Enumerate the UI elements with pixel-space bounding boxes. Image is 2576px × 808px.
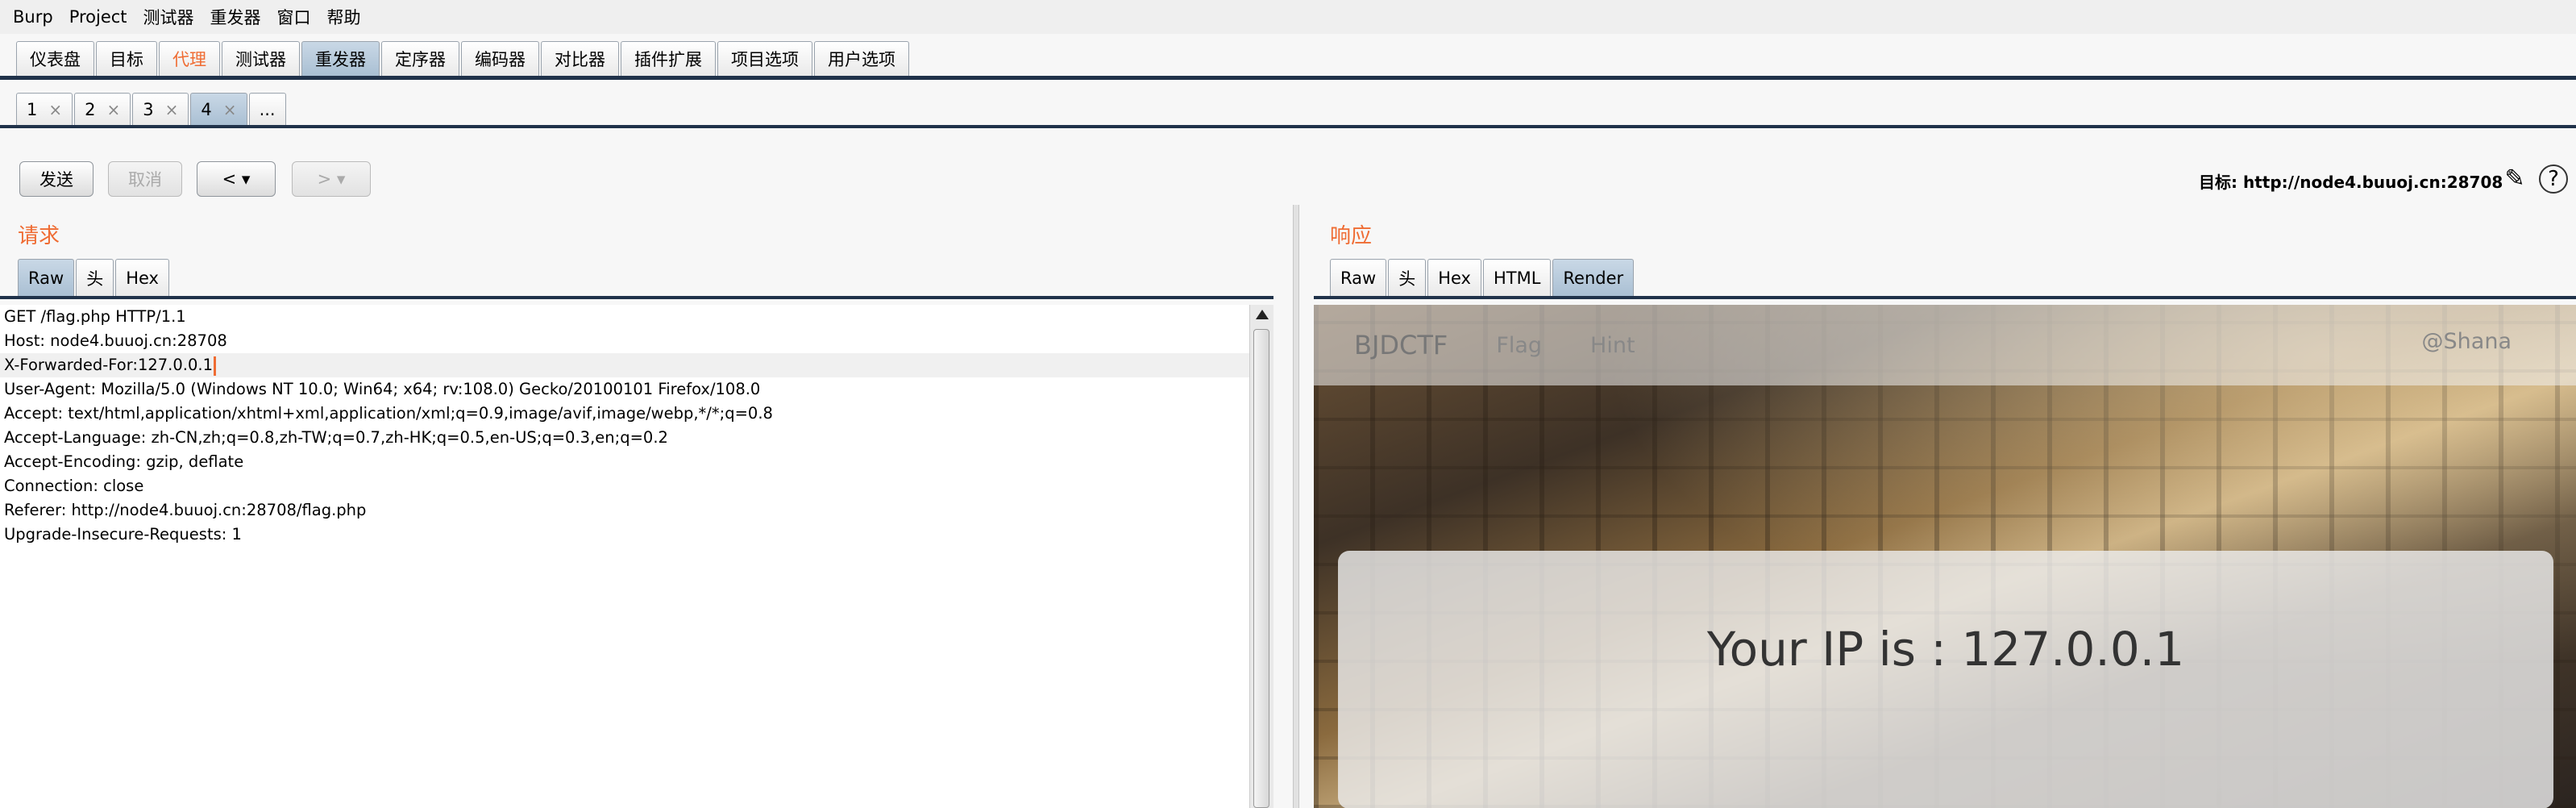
request-title: 请求 bbox=[18, 224, 60, 248]
close-icon[interactable]: × bbox=[48, 100, 62, 119]
response-tab-hex[interactable]: Hex bbox=[1427, 259, 1481, 297]
request-line: User-Agent: Mozilla/5.0 (Windows NT 10.0… bbox=[4, 380, 761, 398]
tab-extender[interactable]: 插件扩展 bbox=[621, 41, 716, 76]
site-navbar: BJDCTF Flag Hint @Shana bbox=[1314, 305, 2576, 385]
nav-link-flag[interactable]: Flag bbox=[1496, 333, 1542, 358]
repeater-tab-label: 3 bbox=[143, 100, 154, 119]
response-tab-raw[interactable]: Raw bbox=[1330, 259, 1387, 297]
tab-dashboard[interactable]: 仪表盘 bbox=[16, 41, 94, 76]
request-line: Accept-Language: zh-CN,zh;q=0.8,zh-TW;q=… bbox=[4, 428, 668, 447]
request-line: Accept: text/html,application/xhtml+xml,… bbox=[4, 404, 773, 423]
cancel-button[interactable]: 取消 bbox=[108, 161, 182, 197]
tab-decoder[interactable]: 编码器 bbox=[461, 41, 539, 76]
menu-intruder[interactable]: 测试器 bbox=[143, 5, 194, 29]
help-icon[interactable]: ? bbox=[2539, 165, 2568, 194]
forward-button[interactable]: > ▾ bbox=[292, 161, 371, 197]
repeater-tab-4[interactable]: 4 × bbox=[190, 93, 247, 126]
text-caret bbox=[213, 356, 216, 376]
close-icon[interactable]: × bbox=[107, 100, 121, 119]
back-button[interactable]: < ▾ bbox=[197, 161, 276, 197]
close-icon[interactable]: × bbox=[223, 100, 237, 119]
pencil-icon[interactable]: ✎ bbox=[2500, 165, 2529, 194]
scroll-up-icon[interactable] bbox=[1255, 310, 1269, 319]
request-line: Host: node4.buuoj.cn:28708 bbox=[4, 331, 227, 350]
request-line: Referer: http://node4.buuoj.cn:28708/fla… bbox=[4, 501, 367, 519]
tab-user-options[interactable]: 用户选项 bbox=[814, 41, 909, 76]
repeater-tab-1[interactable]: 1 × bbox=[16, 93, 73, 126]
request-line: Accept-Encoding: gzip, deflate bbox=[4, 452, 244, 471]
menu-window[interactable]: 窗口 bbox=[277, 5, 311, 29]
menu-help[interactable]: 帮助 bbox=[327, 5, 361, 29]
repeater-tab-3[interactable]: 3 × bbox=[132, 93, 189, 126]
request-tab-raw[interactable]: Raw bbox=[18, 259, 75, 297]
send-button[interactable]: 发送 bbox=[19, 161, 93, 197]
nav-user[interactable]: @Shana bbox=[2422, 329, 2512, 354]
repeater-tab-rule bbox=[0, 125, 2576, 128]
site-brand[interactable]: BJDCTF bbox=[1354, 330, 1448, 360]
response-tab-headers[interactable]: 头 bbox=[1388, 259, 1427, 297]
repeater-tab-label: 1 bbox=[27, 100, 38, 119]
tab-comparer[interactable]: 对比器 bbox=[541, 41, 619, 76]
request-line: Upgrade-Insecure-Requests: 1 bbox=[4, 525, 242, 544]
response-tab-rule bbox=[1314, 296, 2576, 299]
repeater-tab-2[interactable]: 2 × bbox=[74, 93, 131, 126]
tab-repeater[interactable]: 重发器 bbox=[301, 41, 380, 76]
menu-burp[interactable]: Burp bbox=[13, 7, 53, 27]
request-tab-hex[interactable]: Hex bbox=[115, 259, 169, 297]
repeater-tab-label: 4 bbox=[201, 100, 212, 119]
main-tab-rule bbox=[0, 76, 2576, 80]
request-line-text: X-Forwarded-For:127.0.0.1 bbox=[4, 356, 213, 374]
ip-message: Your IP is : 127.0.0.1 bbox=[1706, 622, 2185, 677]
tab-intruder[interactable]: 测试器 bbox=[222, 41, 300, 76]
response-tab-html[interactable]: HTML bbox=[1482, 259, 1552, 297]
nav-link-hint[interactable]: Hint bbox=[1590, 333, 1635, 358]
response-title: 响应 bbox=[1330, 224, 1373, 248]
repeater-tab-label: 2 bbox=[85, 100, 96, 119]
tab-sequencer[interactable]: 定序器 bbox=[381, 41, 459, 76]
split-pane-divider[interactable] bbox=[1293, 205, 1299, 808]
menu-bar: Burp Project 测试器 重发器 窗口 帮助 bbox=[0, 0, 2576, 34]
request-view-tabs: Raw 头 Hex bbox=[18, 258, 171, 297]
request-line-current: X-Forwarded-For:127.0.0.1 bbox=[0, 353, 1249, 377]
tab-project-options[interactable]: 项目选项 bbox=[717, 41, 812, 76]
response-view-tabs: Raw 头 Hex HTML Render bbox=[1330, 258, 1635, 297]
close-icon[interactable]: × bbox=[165, 100, 179, 119]
ip-card: Your IP is : 127.0.0.1 bbox=[1338, 551, 2553, 808]
scrollbar-thumb[interactable] bbox=[1253, 329, 1269, 808]
menu-repeater[interactable]: 重发器 bbox=[210, 5, 261, 29]
request-scrollbar[interactable] bbox=[1249, 305, 1273, 808]
new-tab-button[interactable]: ... bbox=[248, 93, 286, 126]
target-label: 目标: http://node4.buuoj.cn:28708 bbox=[2199, 173, 2503, 192]
request-editor[interactable]: GET /flag.php HTTP/1.1 Host: node4.buuoj… bbox=[0, 305, 1249, 808]
repeater-tab-strip: 1 × 2 × 3 × 4 × ... bbox=[16, 90, 288, 126]
tab-target[interactable]: 目标 bbox=[96, 41, 157, 76]
request-line: GET /flag.php HTTP/1.1 bbox=[4, 307, 186, 326]
menu-project[interactable]: Project bbox=[69, 7, 127, 27]
rendered-page: BJDCTF Flag Hint @Shana Your IP is : 127… bbox=[1314, 305, 2576, 808]
request-tab-rule bbox=[0, 296, 1273, 299]
main-tab-strip: 仪表盘 目标 代理 测试器 重发器 定序器 编码器 对比器 插件扩展 项目选项 … bbox=[16, 40, 911, 76]
request-tab-headers[interactable]: 头 bbox=[76, 259, 114, 297]
response-tab-render[interactable]: Render bbox=[1552, 259, 1635, 297]
request-line: Connection: close bbox=[4, 477, 144, 495]
tab-proxy[interactable]: 代理 bbox=[159, 41, 220, 76]
